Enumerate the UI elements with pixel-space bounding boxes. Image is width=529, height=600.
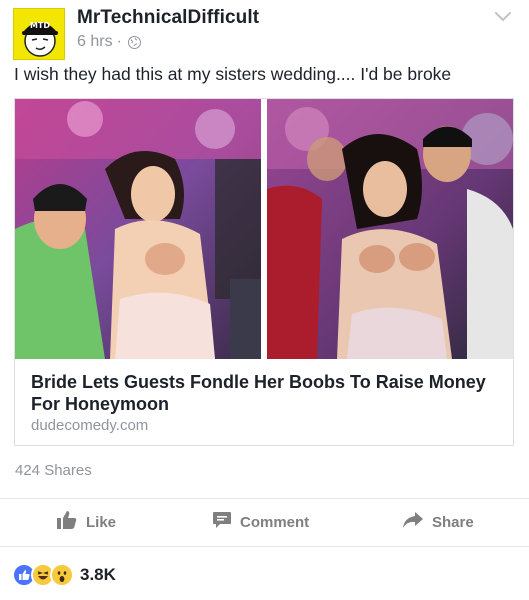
link-preview-image[interactable]: [15, 99, 513, 359]
avatar-logo-text: MTD: [30, 21, 50, 30]
post-menu-chevron-down-icon[interactable]: [491, 4, 515, 28]
link-domain: dudecomedy.com: [31, 417, 149, 434]
comment-label: Comment: [240, 513, 310, 531]
post-text: I wish they had this at my sisters weddi…: [14, 64, 452, 84]
page-name[interactable]: MrTechnicalDifficult: [77, 7, 259, 29]
cartoon-avatar-image: MTD: [14, 9, 64, 59]
avatar[interactable]: MTD: [13, 8, 65, 60]
like-label: Like: [86, 513, 117, 531]
reactions-count: 3.8K: [80, 565, 116, 584]
action-bar: Like Comment Share: [0, 500, 529, 544]
divider-top: [0, 498, 529, 499]
link-title[interactable]: Bride Lets Guests Fondle Her Boobs To Ra…: [31, 371, 501, 415]
post-time[interactable]: 6 hrs: [77, 33, 113, 51]
speech-bubble-icon: [212, 510, 232, 534]
post-header: MTD MrTechnicalDifficult 6 hrs ·: [0, 0, 529, 62]
meta-separator: ·: [116, 33, 122, 50]
share-button[interactable]: Share: [402, 500, 474, 544]
shares-count[interactable]: 424 Shares: [15, 462, 92, 479]
globe-icon: [127, 35, 141, 49]
reaction-wow-icon: [50, 563, 74, 587]
photo-left: [15, 99, 261, 359]
photo-right: [267, 99, 513, 359]
like-button[interactable]: Like: [56, 500, 116, 544]
post-meta: 6 hrs ·: [77, 33, 141, 51]
share-arrow-icon: [402, 511, 424, 533]
reactions-summary[interactable]: 3.8K: [12, 562, 116, 588]
link-preview-card[interactable]: Bride Lets Guests Fondle Her Boobs To Ra…: [14, 98, 514, 446]
comment-button[interactable]: Comment: [212, 500, 309, 544]
thumbs-up-icon: [56, 510, 78, 534]
divider-bottom: [0, 546, 529, 547]
share-label: Share: [432, 513, 474, 531]
